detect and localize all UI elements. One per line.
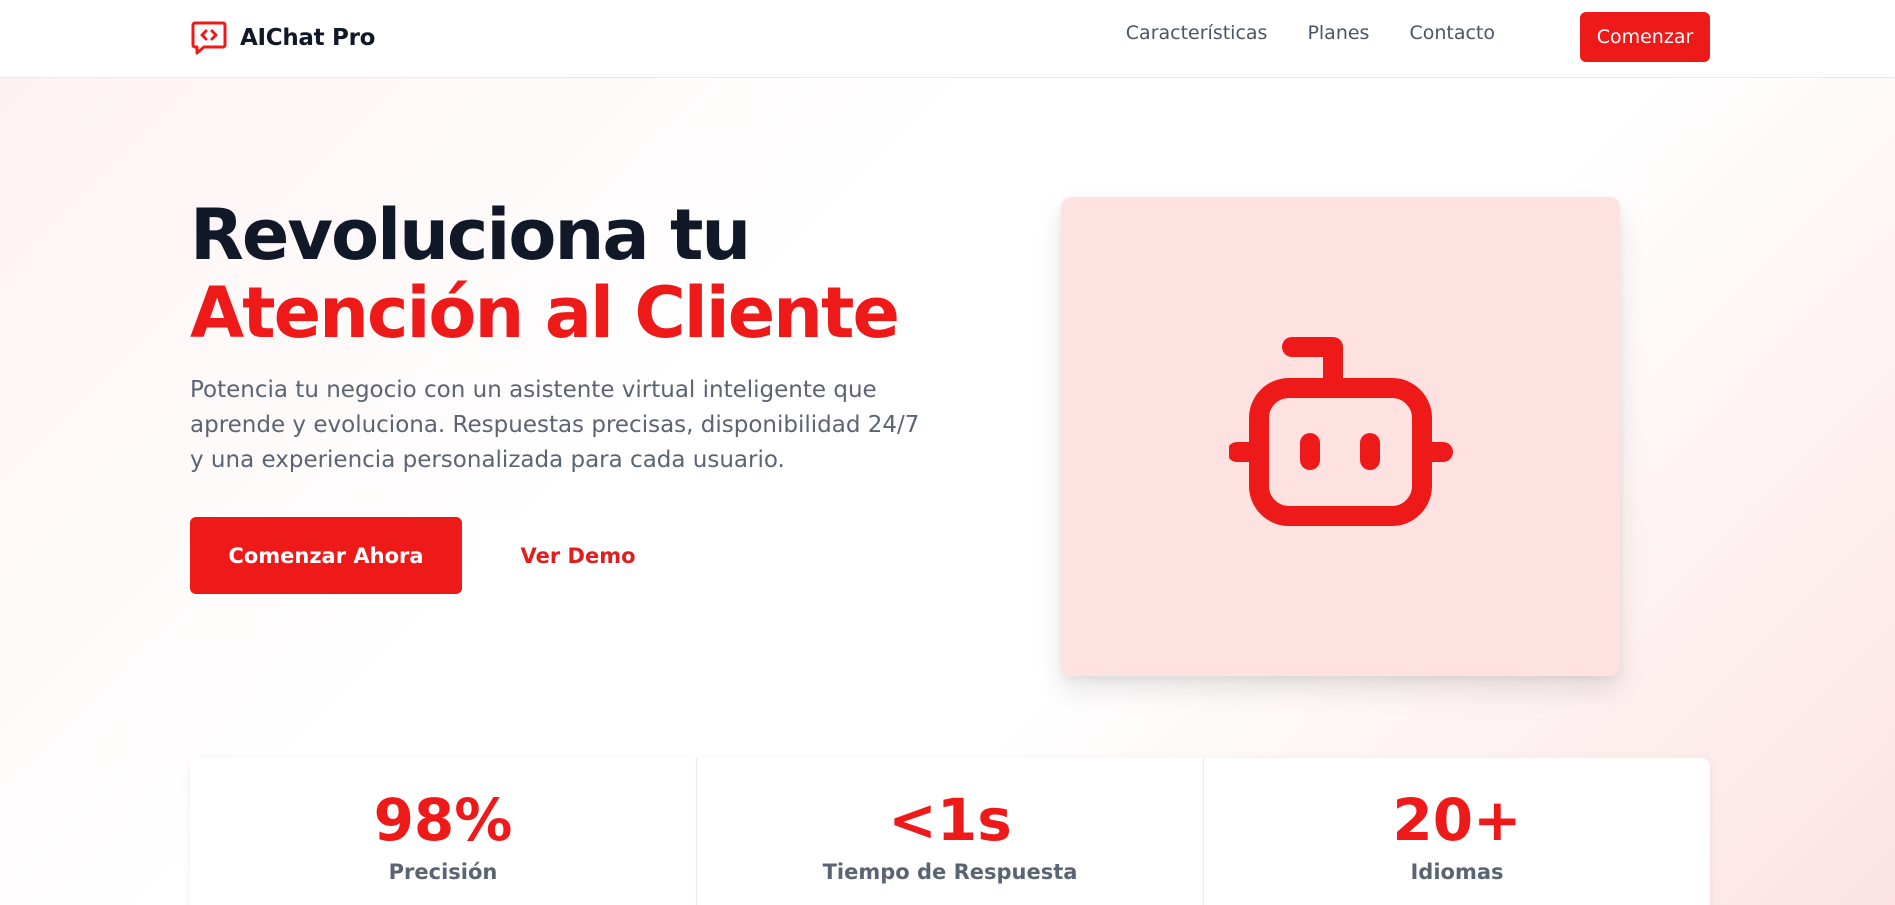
stat-label: Tiempo de Respuesta	[822, 860, 1078, 884]
hero-title: Revoluciona tu Atención al Cliente	[190, 194, 900, 354]
hero-title-line1: Revoluciona tu	[190, 194, 751, 276]
landing-page: AIChat Pro Características Planes Contac…	[0, 0, 1895, 905]
header-start-button[interactable]: Comenzar	[1580, 12, 1710, 62]
chat-bubble-code-icon	[191, 21, 227, 55]
main-nav: Características Planes Contacto	[1126, 22, 1495, 44]
start-now-button[interactable]: Comenzar Ahora	[190, 517, 462, 594]
nav-link-contacto[interactable]: Contacto	[1409, 22, 1495, 44]
hero-subtitle: Potencia tu negocio con un asistente vir…	[190, 377, 920, 473]
site-header: AIChat Pro Características Planes Contac…	[0, 0, 1895, 78]
brand-logo-link[interactable]: AIChat Pro	[190, 18, 375, 58]
hero-illustration-card	[1061, 197, 1620, 676]
stat-precision: 98% Precisión	[190, 758, 697, 905]
stat-value: 20+	[1392, 786, 1522, 854]
brand-name: AIChat Pro	[240, 25, 376, 51]
view-demo-button[interactable]: Ver Demo	[480, 517, 676, 594]
stat-value: <1s	[888, 786, 1012, 854]
stat-label: Precisión	[388, 860, 498, 884]
stat-value: 98%	[373, 786, 513, 854]
robot-icon	[1229, 337, 1453, 526]
stat-response-time: <1s Tiempo de Respuesta	[697, 758, 1204, 905]
stat-label: Idiomas	[1410, 860, 1504, 884]
nav-link-caracteristicas[interactable]: Características	[1126, 22, 1268, 44]
hero-title-line2: Atención al Cliente	[190, 272, 900, 354]
stat-languages: 20+ Idiomas	[1204, 758, 1710, 905]
nav-link-planes[interactable]: Planes	[1307, 22, 1369, 44]
stats-bar: 98% Precisión <1s Tiempo de Respuesta 20…	[190, 758, 1710, 905]
